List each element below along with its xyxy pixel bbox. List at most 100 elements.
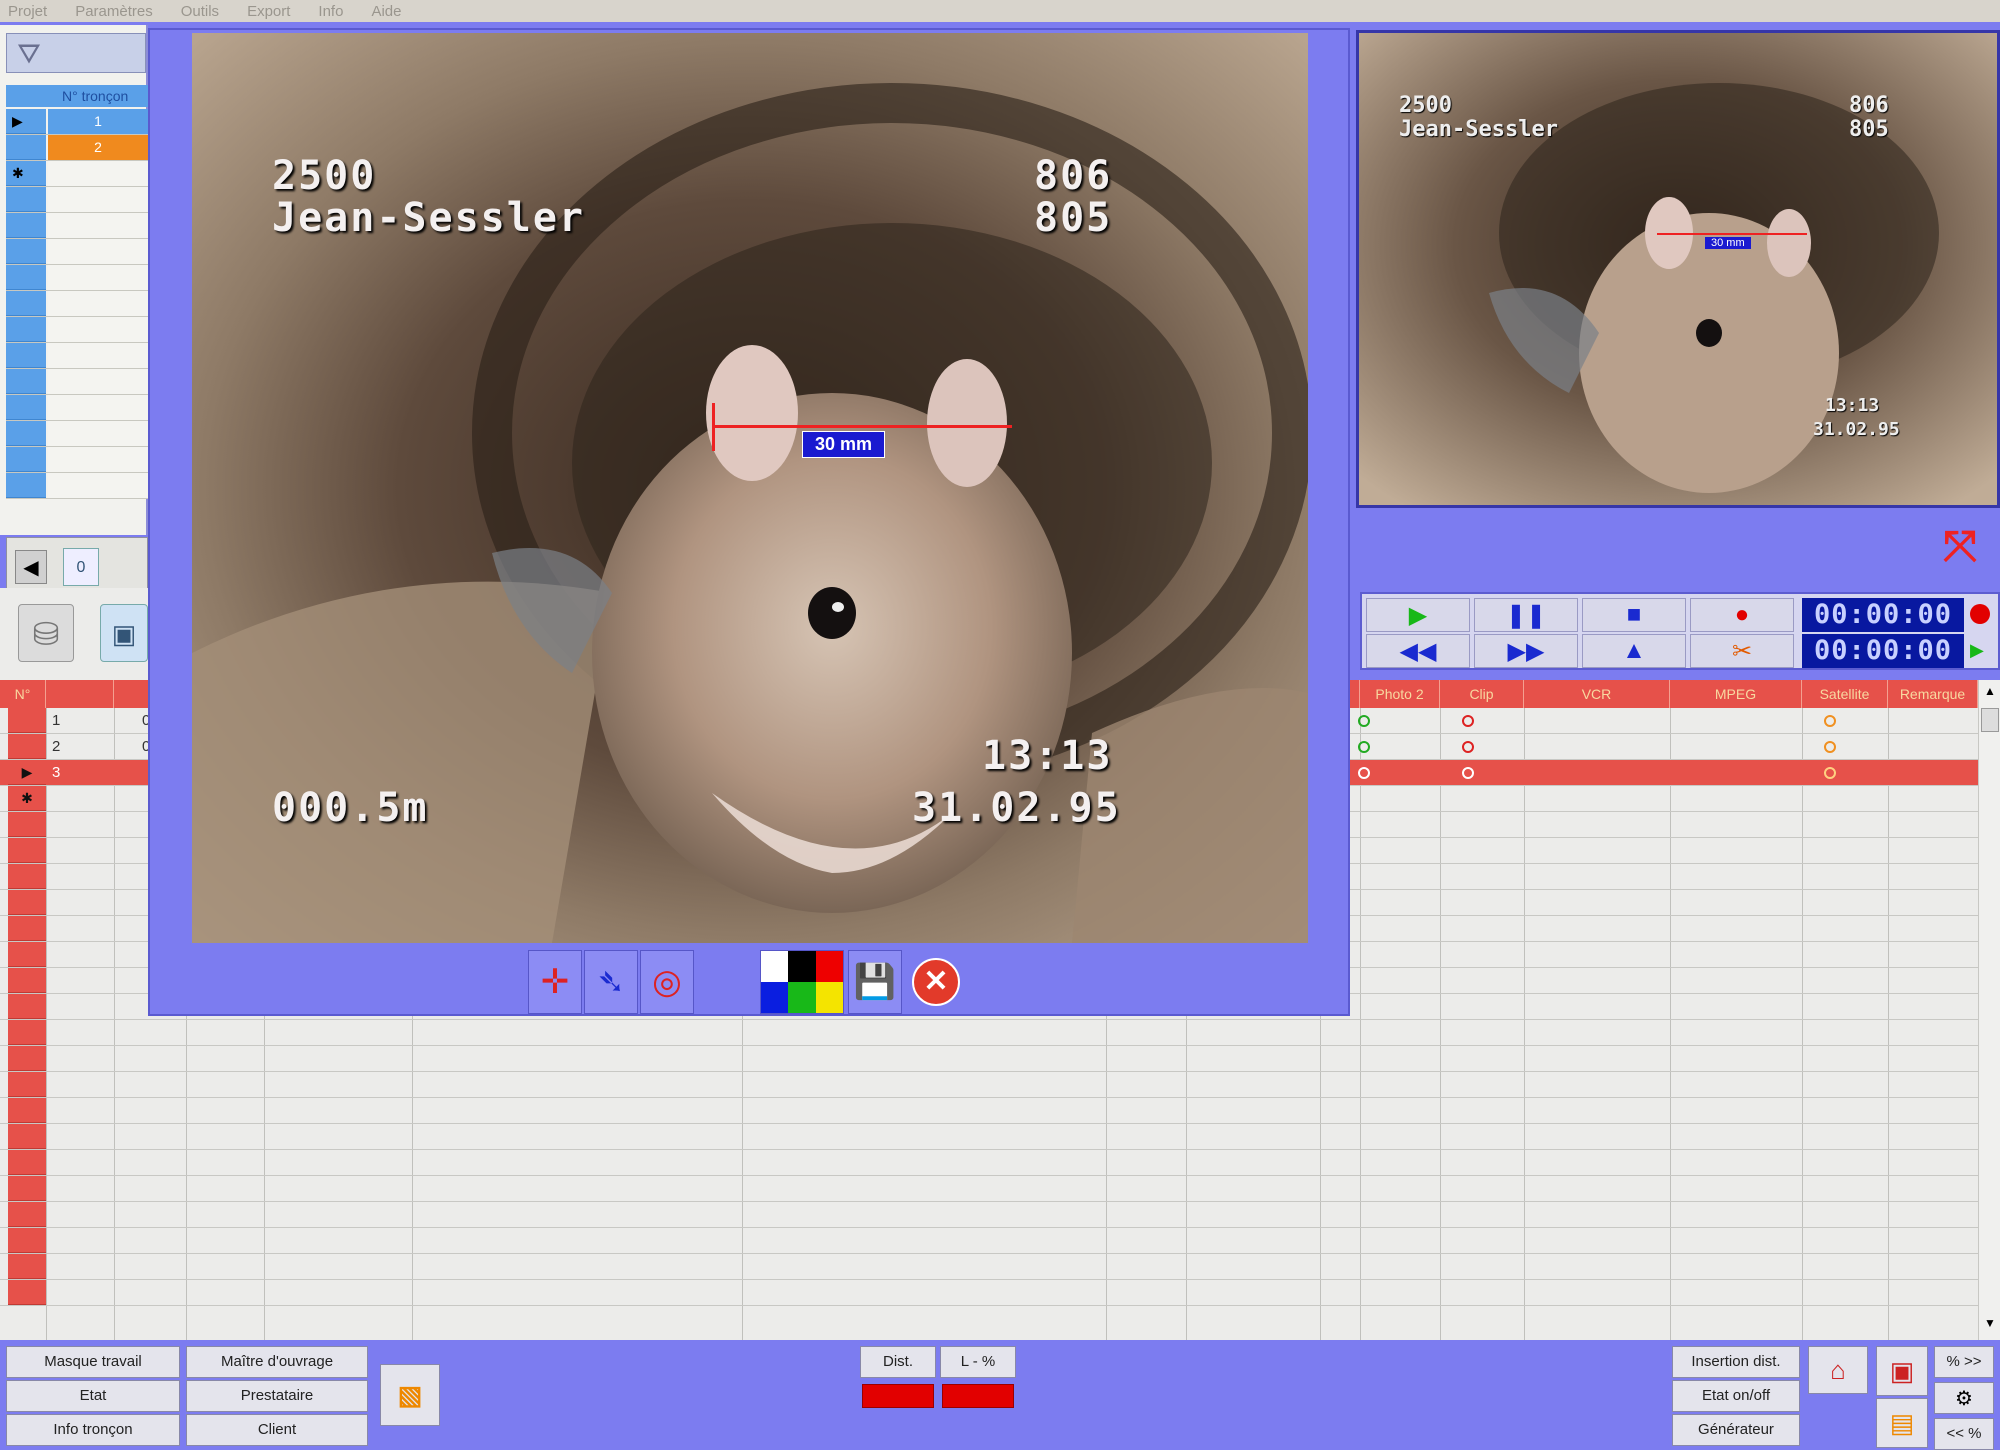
table-row[interactable] [0, 1046, 1978, 1072]
pause-button[interactable]: ❚❚ [1474, 598, 1578, 632]
photo-status-icon[interactable] [1358, 767, 1370, 779]
cut-button[interactable]: ✂ [1690, 634, 1794, 668]
generateur-button[interactable]: Générateur [1672, 1414, 1800, 1446]
row-selector[interactable] [8, 890, 46, 915]
troncon-number[interactable]: 1 [48, 109, 148, 134]
photo-status-icon[interactable] [1358, 715, 1370, 727]
monitor-icon[interactable]: ▣ [1876, 1346, 1928, 1396]
troncon-number[interactable] [48, 395, 148, 420]
row-selector[interactable] [8, 1228, 46, 1253]
row-selector[interactable] [6, 473, 46, 498]
troncon-number[interactable] [48, 161, 148, 186]
row-selector[interactable] [6, 187, 46, 212]
clip-status-icon[interactable] [1462, 715, 1474, 727]
table-row[interactable] [0, 1176, 1978, 1202]
row-selector[interactable] [8, 1176, 46, 1201]
troncon-row[interactable] [6, 369, 148, 395]
client-button[interactable]: Client [186, 1414, 368, 1446]
satellite-status-icon[interactable] [1824, 715, 1836, 727]
row-selector[interactable] [8, 1046, 46, 1071]
row-selector[interactable] [8, 916, 46, 941]
troncon-counter-icon[interactable]: 0 [63, 548, 99, 586]
menu-projet[interactable]: Projet [8, 3, 47, 20]
photo-status-icon[interactable] [1358, 741, 1370, 753]
scroll-thumb[interactable] [1981, 708, 1999, 732]
rewind-button[interactable]: ◀◀ [1366, 634, 1470, 668]
row-selector[interactable] [6, 135, 46, 160]
troncon-row[interactable] [6, 343, 148, 369]
prev-troncon-button[interactable]: ◀ [15, 550, 47, 584]
table-row[interactable] [0, 1254, 1978, 1280]
satellite-status-icon[interactable] [1824, 741, 1836, 753]
fullscreen-icon[interactable]: ⤧ [1934, 518, 1986, 574]
measure-tool-button[interactable]: ✛ [528, 950, 582, 1014]
row-selector[interactable] [8, 1280, 46, 1305]
table-row[interactable] [0, 1280, 1978, 1306]
dist-value-box[interactable] [862, 1384, 934, 1408]
prestataire-button[interactable]: Prestataire [186, 1380, 368, 1412]
row-selector[interactable] [6, 239, 46, 264]
menu-parametres[interactable]: Paramètres [75, 3, 153, 20]
menu-outils[interactable]: Outils [181, 3, 219, 20]
color-black[interactable] [788, 951, 816, 982]
troncon-row[interactable] [6, 421, 148, 447]
row-selector[interactable] [8, 1150, 46, 1175]
troncon-row[interactable] [6, 473, 148, 499]
row-selector[interactable] [8, 734, 46, 759]
row-selector[interactable] [8, 864, 46, 889]
camera-icon[interactable]: ⌂ [1808, 1346, 1868, 1394]
window-icon[interactable]: ▣ [100, 604, 148, 662]
table-row[interactable] [0, 1072, 1978, 1098]
troncon-number[interactable] [48, 187, 148, 212]
row-selector[interactable] [6, 213, 46, 238]
row-selector[interactable] [8, 968, 46, 993]
color-green[interactable] [788, 982, 816, 1013]
row-selector[interactable]: ✱ [6, 161, 46, 186]
troncon-number[interactable]: 2 [48, 135, 148, 160]
column-header[interactable]: Photo 2 [1360, 680, 1440, 708]
row-selector[interactable] [6, 447, 46, 472]
percent-back-button[interactable]: << % [1934, 1418, 1994, 1450]
menu-export[interactable]: Export [247, 3, 290, 20]
troncon-row[interactable] [6, 213, 148, 239]
troncon-row[interactable] [6, 395, 148, 421]
insertion-dist-button[interactable]: Insertion dist. [1672, 1346, 1800, 1378]
etat-button[interactable]: Etat [6, 1380, 180, 1412]
table-scrollbar[interactable]: ▲ ▼ [1978, 680, 2000, 1340]
table-row[interactable] [0, 1020, 1978, 1046]
preview-window[interactable]: 2500 Jean-Sessler 806 805 30 mm 13:13 31… [1356, 30, 2000, 508]
record-button[interactable]: ● [1690, 598, 1794, 632]
troncon-row[interactable] [6, 187, 148, 213]
table-row[interactable] [0, 1228, 1978, 1254]
maitre-ouvrage-button[interactable]: Maître d'ouvrage [186, 1346, 368, 1378]
circle-tool-button[interactable]: ◎ [640, 950, 694, 1014]
row-selector[interactable] [8, 1072, 46, 1097]
table-row[interactable] [0, 1124, 1978, 1150]
troncon-row[interactable] [6, 291, 148, 317]
row-selector[interactable]: ▶ [6, 109, 46, 134]
table-row[interactable] [0, 1150, 1978, 1176]
row-selector[interactable] [8, 994, 46, 1019]
column-header[interactable]: Remarque [1888, 680, 1978, 708]
column-header[interactable] [46, 680, 114, 708]
row-selector[interactable] [8, 1202, 46, 1227]
report-icon[interactable]: ▤ [1876, 1398, 1928, 1448]
color-yellow[interactable] [815, 982, 843, 1013]
color-blue[interactable] [761, 982, 789, 1013]
close-video-button[interactable]: ✕ [912, 958, 960, 1006]
troncon-row[interactable] [6, 265, 148, 291]
color-red[interactable] [815, 951, 843, 982]
column-header[interactable]: Clip [1440, 680, 1524, 708]
filter-icon[interactable]: ⛛ [13, 38, 45, 70]
troncon-number[interactable] [48, 213, 148, 238]
satellite-status-icon[interactable] [1824, 767, 1836, 779]
row-selector[interactable] [6, 343, 46, 368]
row-selector[interactable]: ✱ [8, 786, 46, 811]
row-selector[interactable] [8, 1124, 46, 1149]
percent-forward-button[interactable]: % >> [1934, 1346, 1994, 1378]
row-selector[interactable] [8, 1098, 46, 1123]
troncon-number[interactable] [48, 447, 148, 472]
tool-icon[interactable]: ⚙ [1934, 1382, 1994, 1414]
column-header[interactable]: MPEG [1670, 680, 1802, 708]
troncon-number[interactable] [48, 369, 148, 394]
